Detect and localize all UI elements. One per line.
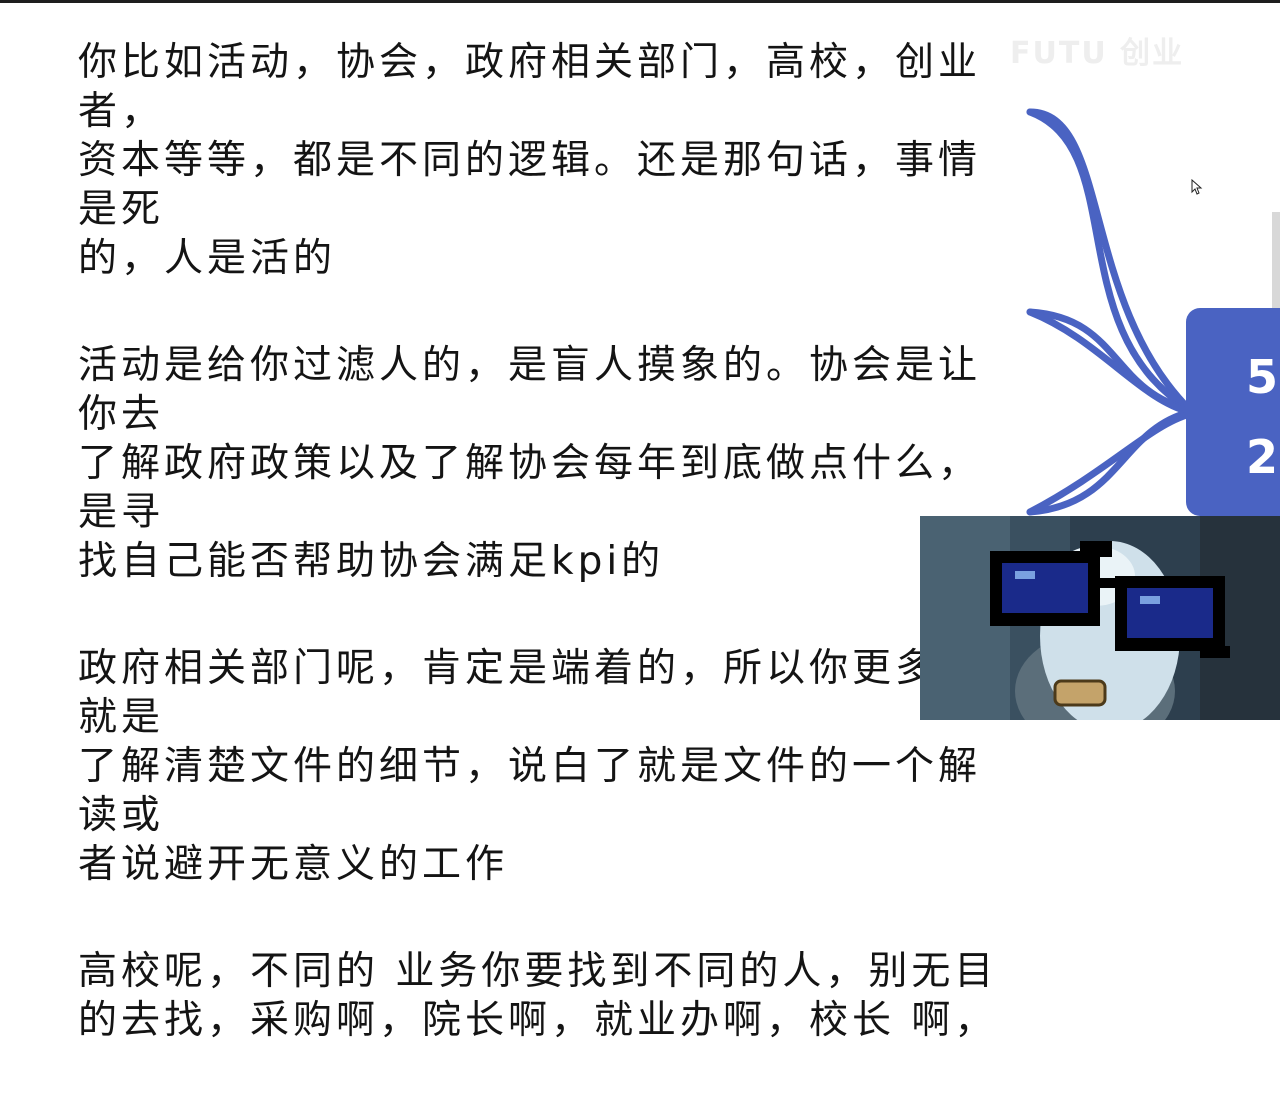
connector-branch bbox=[1026, 308, 1194, 416]
paragraph-line: 者说避开无意义的工作 bbox=[78, 842, 509, 887]
panel-glyph: 2 bbox=[1246, 430, 1279, 484]
panel-glyph: 5 bbox=[1246, 350, 1279, 404]
paragraph-line: 了解清楚文件的细节，说白了就是文件的一个解读或 bbox=[78, 744, 982, 838]
connector-branch bbox=[1026, 410, 1194, 516]
webcam-feed-icon bbox=[920, 516, 1280, 720]
paragraph-4: 高校呢，不同的 业务你要找到不同的人，别无目 的去找，采购啊，院长啊，就业办啊，… bbox=[78, 947, 1018, 1045]
paragraph-line: 高校呢，不同的 业务你要找到不同的人，别无目 bbox=[78, 949, 998, 994]
mouse-pointer-icon bbox=[1191, 179, 1203, 195]
paragraph-line: 的去找，采购啊，院长啊，就业办啊，校长 啊， bbox=[78, 998, 998, 1043]
webcam-overlay bbox=[920, 516, 1280, 720]
scrollbar-thumb[interactable] bbox=[1272, 212, 1280, 308]
mind-map-node-panel[interactable] bbox=[1186, 308, 1280, 516]
watermark-logo: FUTU 创业 bbox=[1010, 36, 1185, 71]
